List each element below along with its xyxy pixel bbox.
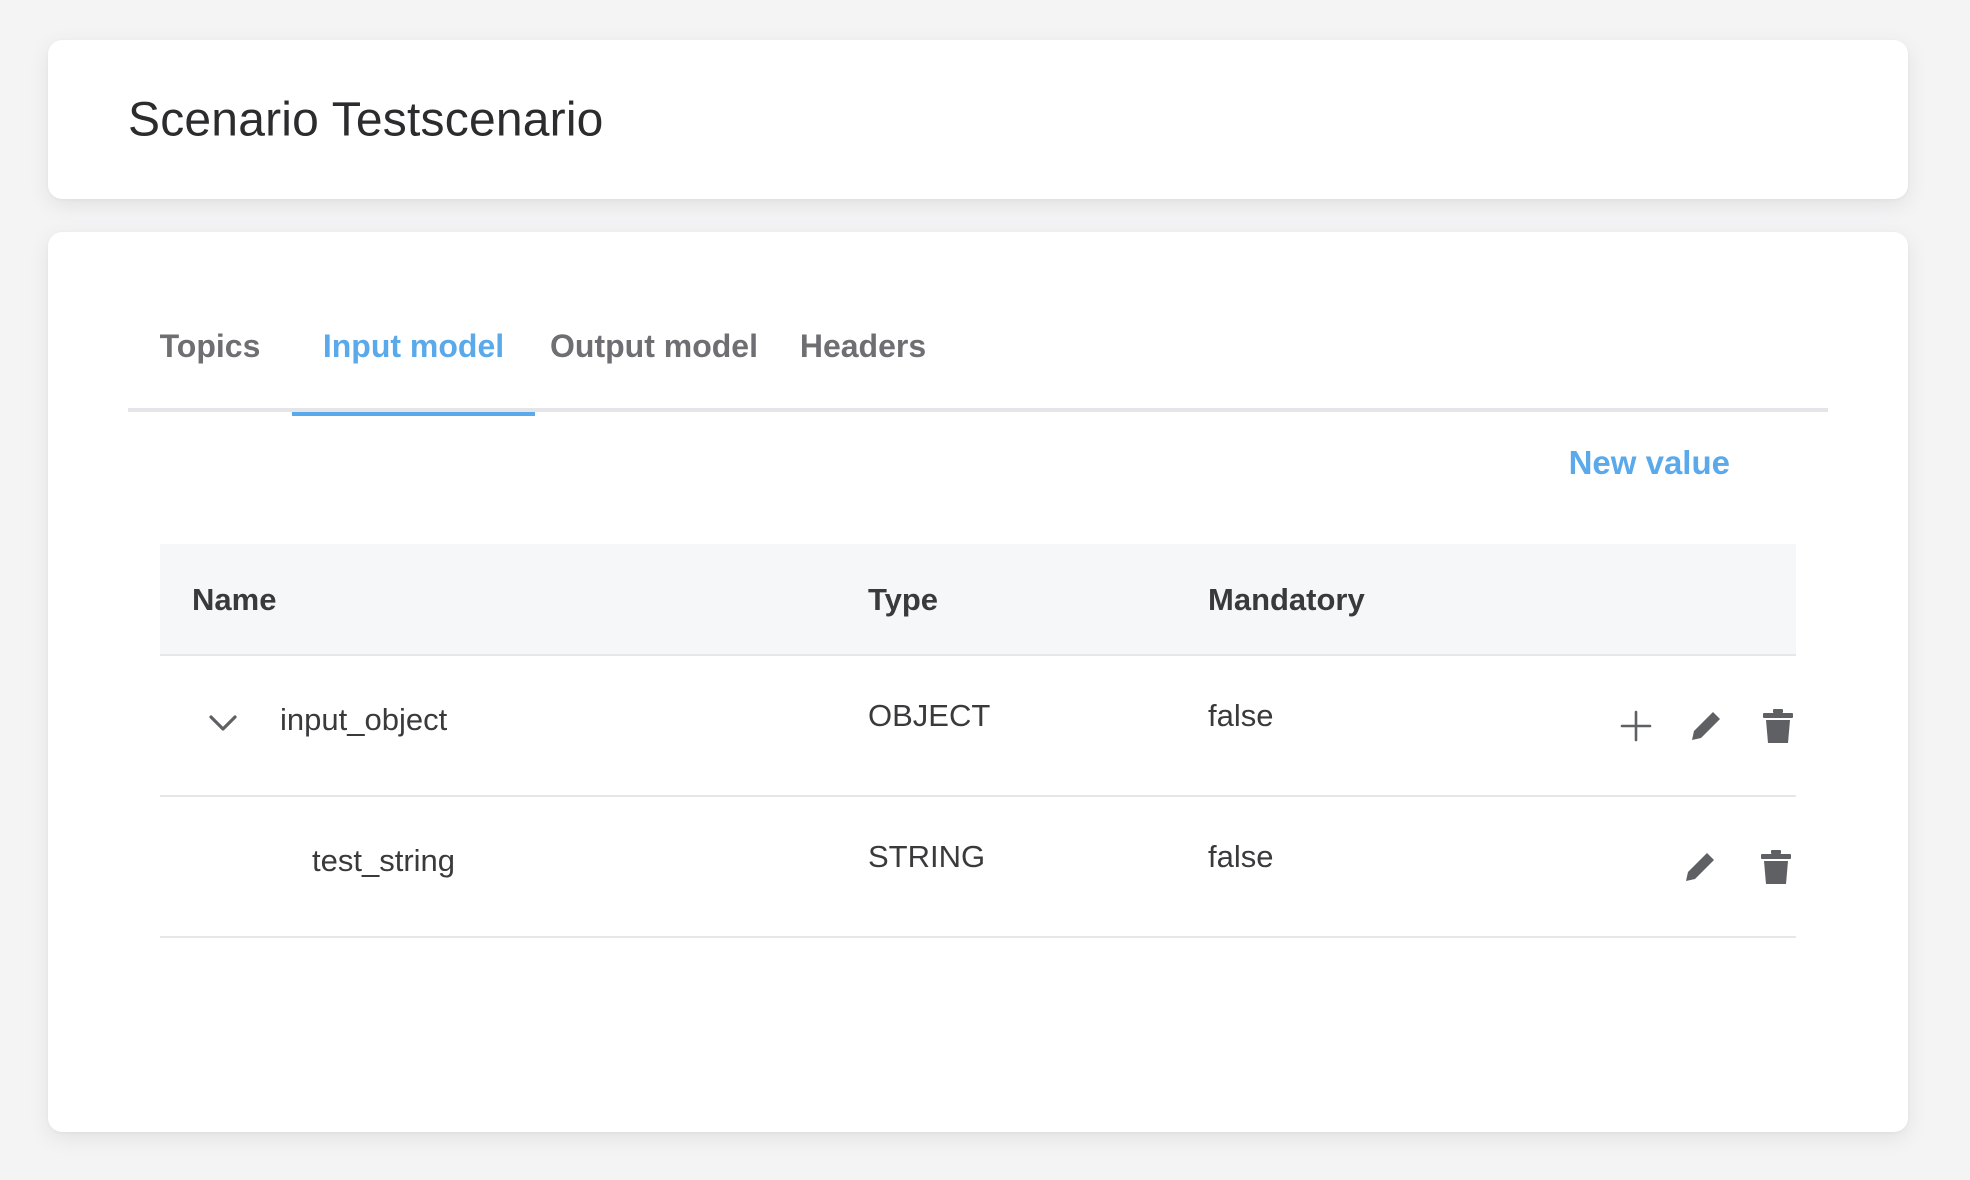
column-header-name: Name [192,582,277,617]
tab-input-model[interactable]: Input model [292,292,535,416]
chevron-down-icon[interactable] [206,706,240,740]
table-header: Name Type Mandatory [160,544,1796,656]
pencil-icon[interactable] [1686,706,1726,746]
page-title: Scenario Testscenario [128,93,604,146]
trash-icon[interactable] [1756,847,1796,887]
input-model-table: Name Type Mandatory input_object OBJECT … [160,544,1796,938]
new-value-button[interactable]: New value [1569,444,1730,482]
plus-icon[interactable] [1616,706,1656,746]
row-name: input_object [280,702,448,737]
row-name: test_string [312,843,456,878]
trash-icon[interactable] [1758,706,1798,746]
column-header-mandatory: Mandatory [1208,582,1365,617]
title-card: Scenario Testscenario [48,40,1908,199]
main-card: Topics Input model Output model Headers … [48,232,1908,1132]
row-mandatory: false [1208,839,1274,874]
pencil-icon[interactable] [1680,847,1720,887]
tab-topics[interactable]: Topics [128,292,292,412]
row-type: STRING [868,839,986,874]
table-row: input_object OBJECT false [160,656,1796,797]
tab-bar: Topics Input model Output model Headers [128,292,1828,416]
table-row: test_string STRING false [160,797,1796,938]
row-type: OBJECT [868,698,991,733]
row-mandatory: false [1208,698,1274,733]
column-header-type: Type [868,582,939,617]
tab-output-model[interactable]: Output model [535,292,773,412]
tab-headers[interactable]: Headers [773,292,953,412]
